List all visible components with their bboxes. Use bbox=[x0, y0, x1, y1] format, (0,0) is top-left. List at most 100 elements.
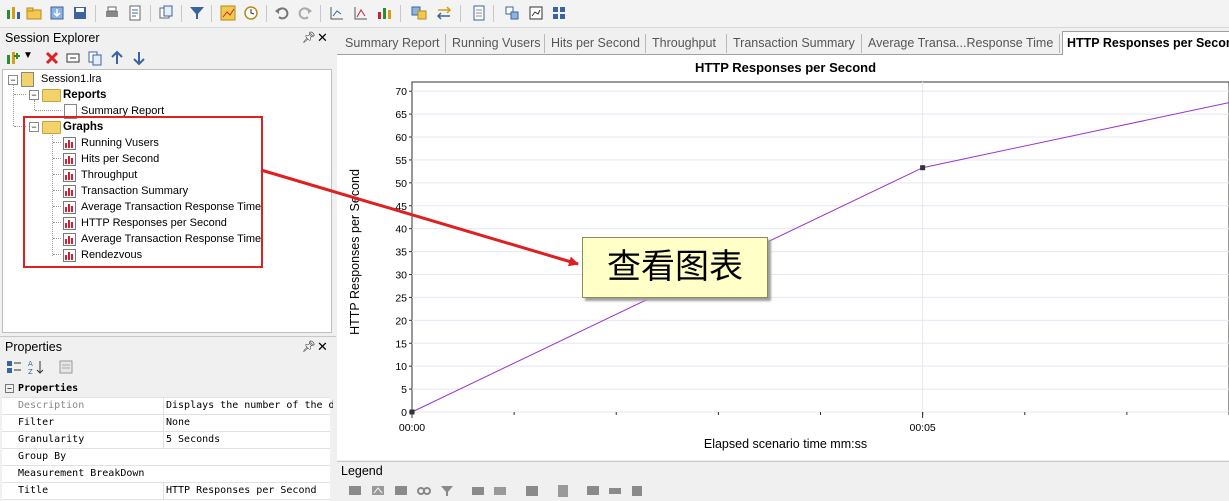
merge-graphs-icon[interactable] bbox=[328, 4, 346, 22]
tab-throughput[interactable]: Throughput bbox=[648, 34, 727, 53]
tab-avg-transaction-response-time[interactable]: Average Transa...Response Time bbox=[864, 34, 1060, 53]
property-row[interactable]: Description Displays the number of the d bbox=[2, 397, 333, 415]
legend-toolbar bbox=[337, 480, 1229, 501]
y-tick-label: 30 bbox=[395, 270, 407, 282]
svg-text:Z: Z bbox=[28, 368, 33, 375]
property-row[interactable]: Title HTTP Responses per Second bbox=[2, 482, 330, 500]
properties-close-icon[interactable]: ✕ bbox=[317, 337, 328, 357]
tab-summary-report[interactable]: Summary Report bbox=[341, 34, 446, 53]
properties-header: Properties 📌︎ ✕ bbox=[0, 336, 336, 357]
section-collapse-icon[interactable]: − bbox=[5, 384, 14, 393]
delete-icon[interactable] bbox=[44, 50, 60, 66]
move-down-icon[interactable] bbox=[131, 50, 147, 66]
tab-http-responses-per-second[interactable]: HTTP Responses per Secor bbox=[1062, 31, 1229, 55]
template-icon[interactable] bbox=[503, 4, 521, 22]
property-row[interactable]: Filter None bbox=[2, 414, 330, 432]
tab-running-vusers[interactable]: Running Vusers bbox=[448, 34, 545, 53]
granularity-icon[interactable] bbox=[219, 4, 237, 22]
graphs-highlight-box bbox=[23, 116, 263, 268]
correlate-icon[interactable] bbox=[352, 4, 370, 22]
tab-transaction-summary[interactable]: Transaction Summary bbox=[729, 34, 862, 53]
property-pages-icon[interactable] bbox=[58, 359, 74, 375]
save-icon[interactable] bbox=[71, 4, 89, 22]
undo-icon[interactable] bbox=[273, 4, 291, 22]
y-tick-label: 50 bbox=[395, 178, 407, 190]
close-icon[interactable]: ✕ bbox=[317, 28, 328, 48]
properties-grid: − Properties Description Displays the num… bbox=[2, 380, 333, 501]
property-value[interactable]: 5 Seconds bbox=[163, 431, 333, 448]
legend-show-all-icon[interactable] bbox=[585, 483, 601, 498]
y-tick-label: 60 bbox=[395, 132, 407, 144]
legend-describe-icon[interactable] bbox=[555, 483, 571, 498]
session-explorer-toolbar: ▼ bbox=[2, 48, 330, 68]
property-value[interactable]: HTTP Responses per Second bbox=[163, 482, 333, 499]
legend-export-icon[interactable] bbox=[629, 483, 645, 498]
property-name: Description bbox=[18, 400, 85, 411]
redo-icon[interactable] bbox=[296, 4, 314, 22]
pin-icon[interactable]: 📌︎ bbox=[302, 28, 316, 48]
sort-alpha-icon[interactable]: AZ bbox=[28, 359, 46, 375]
property-name: Title bbox=[18, 485, 49, 496]
legend-header: Legend bbox=[337, 461, 1229, 480]
open-folder-icon[interactable] bbox=[25, 4, 43, 22]
cross-result-icon[interactable] bbox=[410, 4, 428, 22]
y-tick-label: 15 bbox=[395, 338, 407, 350]
copy-graph-icon[interactable] bbox=[157, 4, 175, 22]
report-icon[interactable] bbox=[470, 4, 488, 22]
legend-hide-icon[interactable] bbox=[393, 483, 409, 498]
property-name: Filter bbox=[18, 417, 55, 428]
dropdown-arrow-icon[interactable]: ▼ bbox=[23, 50, 33, 61]
tree-root-session[interactable]: Session1.lra bbox=[41, 71, 102, 87]
root-expander-icon[interactable]: − bbox=[8, 75, 18, 85]
legend-link-icon[interactable] bbox=[416, 483, 432, 498]
reports-folder-icon bbox=[42, 89, 61, 102]
swap-icon[interactable] bbox=[435, 4, 453, 22]
properties-pin-icon[interactable]: 📌︎ bbox=[302, 337, 316, 357]
add-graph-icon[interactable] bbox=[5, 50, 21, 66]
import-icon[interactable] bbox=[48, 4, 66, 22]
overlay-icon[interactable] bbox=[375, 4, 393, 22]
property-value[interactable]: None bbox=[163, 414, 333, 431]
property-row[interactable]: Measurement BreakDown bbox=[2, 465, 330, 483]
y-tick-label: 65 bbox=[395, 109, 407, 121]
categorized-icon[interactable] bbox=[6, 359, 22, 375]
y-tick-label: 45 bbox=[395, 201, 407, 213]
data-point bbox=[409, 409, 415, 415]
legend-scale-icon[interactable] bbox=[524, 483, 540, 498]
layout-icon[interactable] bbox=[527, 4, 545, 22]
chart-panel: HTTP Responses per Second 0 5 10 15 20 25 30 35 4… bbox=[337, 55, 1229, 460]
x-axis-label: Elapsed scenario time mm:ss bbox=[704, 437, 867, 451]
property-row[interactable]: Group By bbox=[2, 448, 330, 466]
y-tick-label: 55 bbox=[395, 155, 407, 167]
session-file-icon bbox=[21, 72, 34, 87]
duplicate-icon[interactable] bbox=[87, 50, 103, 66]
session-explorer-header: Session Explorer 📌︎ ✕ bbox=[0, 28, 336, 48]
legend-filter-icon[interactable] bbox=[439, 483, 455, 498]
clock-zoom-icon[interactable] bbox=[242, 4, 260, 22]
legend-configure-icon[interactable] bbox=[347, 483, 363, 498]
legend-color-icon[interactable] bbox=[470, 483, 486, 498]
tab-hits-per-second[interactable]: Hits per Second bbox=[547, 34, 646, 53]
new-session-icon[interactable] bbox=[4, 4, 22, 22]
session-explorer-title: Session Explorer bbox=[5, 31, 100, 45]
filter-icon[interactable] bbox=[188, 4, 206, 22]
property-name: Group By bbox=[18, 451, 67, 462]
graph-tabs: Summary Report Running Vusers Hits per Sec… bbox=[337, 31, 1229, 55]
y-tick-label: 70 bbox=[395, 86, 407, 98]
legend-width-icon[interactable] bbox=[492, 483, 508, 498]
legend-hide-all-icon[interactable] bbox=[607, 483, 623, 498]
print-icon[interactable] bbox=[103, 4, 121, 22]
property-value[interactable]: Displays the number of the d bbox=[163, 397, 333, 414]
tree-reports[interactable]: Reports bbox=[63, 87, 106, 103]
y-axis-label: HTTP Responses per Second bbox=[348, 169, 362, 335]
rename-icon[interactable] bbox=[65, 50, 81, 66]
properties-section: − Properties bbox=[2, 380, 330, 398]
data-point bbox=[920, 165, 926, 171]
property-row[interactable]: Granularity 5 Seconds bbox=[2, 431, 330, 449]
y-tick-label: 35 bbox=[395, 247, 407, 259]
tile-icon[interactable] bbox=[550, 4, 568, 22]
export-doc-icon[interactable] bbox=[126, 4, 144, 22]
reports-expander-icon[interactable]: − bbox=[29, 90, 39, 100]
legend-show-icon[interactable] bbox=[370, 483, 386, 498]
move-up-icon[interactable] bbox=[109, 50, 125, 66]
